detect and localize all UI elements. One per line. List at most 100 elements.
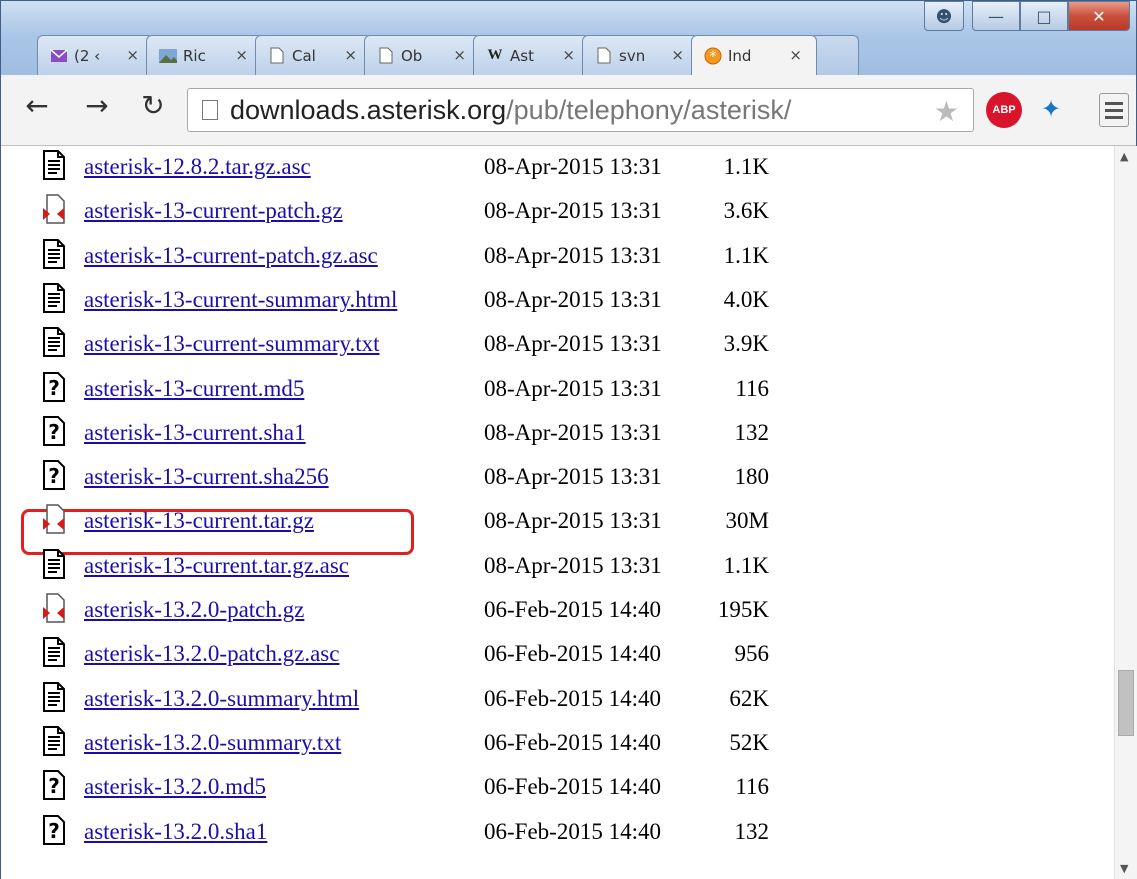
unknown-file-icon: ? bbox=[43, 415, 65, 446]
tab-close-icon[interactable]: × bbox=[453, 46, 466, 64]
text-file-icon bbox=[43, 548, 65, 579]
unknown-file-icon: ? bbox=[43, 814, 65, 845]
file-link[interactable]: asterisk-13-current-summary.html bbox=[84, 287, 397, 313]
file-link[interactable]: asterisk-13-current.tar.gz.asc bbox=[84, 553, 349, 579]
scrollbar-thumb[interactable] bbox=[1118, 670, 1134, 736]
file-modified-date: 08-Apr-2015 13:31 bbox=[484, 286, 662, 312]
image-icon bbox=[159, 48, 177, 64]
menu-line bbox=[1105, 108, 1123, 112]
file-link[interactable]: asterisk-13-current-patch.gz bbox=[84, 198, 343, 224]
user-profile-button[interactable]: ☻ bbox=[924, 1, 964, 31]
close-icon: ✕ bbox=[1092, 6, 1106, 26]
file-row: asterisk-13.2.0-summary.txt 06-Feb-2015 1… bbox=[1, 722, 1114, 766]
file-row: asterisk-13.2.0-patch.gz.asc 06-Feb-2015 … bbox=[1, 633, 1114, 677]
file-row: asterisk-13-current-summary.txt 08-Apr-20… bbox=[1, 323, 1114, 367]
url-host: downloads.asterisk.org bbox=[230, 94, 507, 125]
svg-text:?: ? bbox=[48, 376, 60, 400]
file-size: 30M bbox=[725, 508, 769, 534]
file-link[interactable]: asterisk-13-current.tar.gz bbox=[84, 508, 314, 534]
file-link[interactable]: asterisk-13-current.sha256 bbox=[84, 464, 329, 490]
browser-tab[interactable]: (2 ‹ × bbox=[37, 35, 154, 75]
text-file-icon bbox=[43, 282, 65, 313]
back-button[interactable]: ← bbox=[19, 89, 55, 122]
file-link[interactable]: asterisk-13.2.0.sha1 bbox=[84, 819, 267, 845]
browser-tab[interactable]: Cal × bbox=[255, 35, 372, 75]
scroll-down-arrow-icon[interactable]: ▼ bbox=[1120, 862, 1128, 875]
file-row: asterisk-13.2.0-patch.gz 06-Feb-2015 14:4… bbox=[1, 589, 1114, 633]
svg-text:?: ? bbox=[48, 420, 60, 444]
svg-text:?: ? bbox=[48, 774, 60, 798]
file-size: 132 bbox=[734, 818, 770, 844]
page-icon bbox=[595, 47, 613, 64]
unknown-file-icon: ? bbox=[43, 770, 65, 801]
file-size: 956 bbox=[734, 641, 770, 667]
text-file-icon bbox=[43, 681, 65, 712]
file-modified-date: 06-Feb-2015 14:40 bbox=[484, 818, 661, 844]
reload-button[interactable]: ↻ bbox=[135, 89, 171, 122]
file-link[interactable]: asterisk-13.2.0-patch.gz bbox=[84, 597, 304, 623]
address-bar[interactable]: downloads.asterisk.org/pub/telephony/ast… bbox=[187, 88, 974, 132]
file-row: asterisk-13-current.tar.gz 08-Apr-2015 13… bbox=[1, 500, 1114, 544]
vertical-scrollbar[interactable]: ▲ ▼ bbox=[1114, 146, 1137, 879]
forward-button[interactable]: → bbox=[79, 89, 115, 122]
file-link[interactable]: asterisk-13.2.0.md5 bbox=[84, 774, 266, 800]
adblock-plus-button[interactable]: ABP bbox=[986, 92, 1022, 128]
tab-close-icon[interactable]: × bbox=[789, 46, 802, 64]
bookmark-star-icon[interactable]: ★ bbox=[934, 95, 959, 128]
file-modified-date: 08-Apr-2015 13:31 bbox=[484, 375, 662, 401]
file-row: asterisk-13-current-summary.html 08-Apr-2… bbox=[1, 279, 1114, 323]
adblock-plus-icon: ABP bbox=[992, 104, 1016, 116]
file-modified-date: 08-Apr-2015 13:31 bbox=[484, 242, 662, 268]
tab-close-icon[interactable]: × bbox=[235, 46, 248, 64]
file-link[interactable]: asterisk-13.2.0-summary.txt bbox=[84, 730, 341, 756]
file-modified-date: 06-Feb-2015 14:40 bbox=[484, 641, 661, 667]
back-arrow-icon: ← bbox=[25, 89, 49, 122]
file-link[interactable]: asterisk-13-current.sha1 bbox=[84, 420, 306, 446]
svg-text:?: ? bbox=[48, 819, 60, 843]
browser-tab[interactable]: * Ind × bbox=[691, 35, 817, 75]
chrome-menu-button[interactable] bbox=[1099, 93, 1129, 127]
file-link[interactable]: asterisk-13-current-summary.txt bbox=[84, 331, 380, 357]
tab-close-icon[interactable]: × bbox=[344, 46, 357, 64]
file-modified-date: 08-Apr-2015 13:31 bbox=[484, 331, 662, 357]
file-link[interactable]: asterisk-12.8.2.tar.gz.asc bbox=[84, 154, 311, 180]
file-row: ? asterisk-13-current.md5 08-Apr-2015 13:3… bbox=[1, 368, 1114, 412]
tab-close-icon[interactable]: × bbox=[562, 46, 575, 64]
maximize-button[interactable]: □ bbox=[1020, 1, 1068, 31]
extension-button[interactable]: ✦ bbox=[1041, 95, 1061, 123]
file-link[interactable]: asterisk-13-current-patch.gz.asc bbox=[84, 243, 378, 269]
scroll-up-arrow-icon[interactable]: ▲ bbox=[1120, 150, 1128, 163]
file-size: 3.9K bbox=[723, 331, 769, 357]
file-link[interactable]: asterisk-13-current.md5 bbox=[84, 376, 304, 402]
file-size: 4.0K bbox=[723, 286, 769, 312]
file-link[interactable]: asterisk-13.2.0-summary.html bbox=[84, 686, 359, 712]
browser-tab[interactable]: svn × bbox=[582, 35, 699, 75]
file-row: asterisk-12.8.2.tar.gz.asc 08-Apr-2015 13… bbox=[1, 146, 1114, 190]
browser-tab[interactable]: W Ast × bbox=[473, 35, 590, 75]
forward-arrow-icon: → bbox=[85, 89, 109, 122]
file-size: 52K bbox=[729, 729, 769, 755]
minimize-icon: — bbox=[988, 6, 1004, 26]
file-link[interactable]: asterisk-13.2.0-patch.gz.asc bbox=[84, 641, 339, 667]
close-window-button[interactable]: ✕ bbox=[1068, 1, 1130, 31]
file-size: 3.6K bbox=[723, 198, 769, 224]
browser-tab[interactable]: Ric × bbox=[146, 35, 263, 75]
file-row: asterisk-13.2.0-summary.html 06-Feb-2015 … bbox=[1, 678, 1114, 722]
file-size: 132 bbox=[734, 419, 770, 445]
svg-text:*: * bbox=[710, 49, 717, 65]
browser-tab[interactable]: Ob × bbox=[364, 35, 481, 75]
tab-close-icon[interactable]: × bbox=[126, 46, 139, 64]
text-file-icon bbox=[43, 238, 65, 269]
file-size: 195K bbox=[717, 597, 769, 622]
menu-line bbox=[1105, 101, 1123, 105]
browser-window: ☻ — □ ✕ (2 ‹ × Ric × Cal × Ob × W Ast × svn × * Ind × ←… bbox=[0, 0, 1137, 879]
wikipedia-icon: W bbox=[487, 47, 503, 63]
file-size: 1.1K bbox=[723, 552, 769, 578]
file-size: 62K bbox=[729, 685, 769, 711]
file-size: 1.1K bbox=[723, 154, 769, 179]
tab-close-icon[interactable]: × bbox=[671, 46, 684, 64]
tab-title: Ast bbox=[510, 46, 534, 65]
page-icon bbox=[202, 100, 218, 120]
unknown-file-icon: ? bbox=[43, 460, 65, 491]
minimize-button[interactable]: — bbox=[972, 1, 1020, 31]
